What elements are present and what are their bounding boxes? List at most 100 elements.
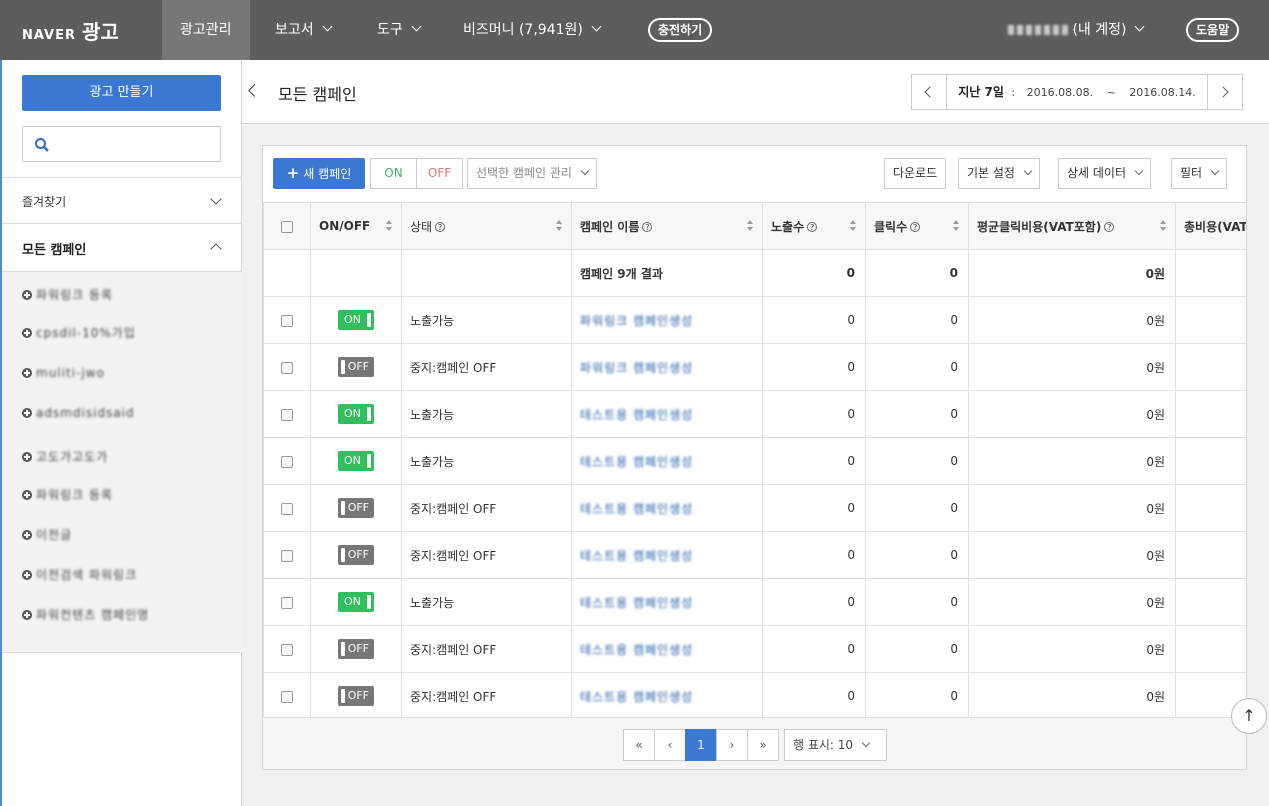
row-checkbox[interactable]	[281, 502, 293, 515]
campaign-onoff-toggle[interactable]: OFF	[338, 686, 374, 706]
last-page-button[interactable]: »	[747, 729, 779, 761]
sidebar-campaign-item[interactable]: muliti-jwo	[22, 366, 105, 380]
col-status[interactable]: 상태?	[401, 202, 572, 250]
charge-button[interactable]: 충전하기	[648, 18, 713, 42]
help-icon[interactable]: ?	[1104, 222, 1115, 232]
campaign-onoff-toggle[interactable]: ON	[338, 310, 374, 330]
col-campaign-name[interactable]: 캠페인 이름?	[571, 202, 763, 250]
rows-per-page-select[interactable]: 행 표시: 10	[784, 729, 887, 761]
row-checkbox[interactable]	[281, 643, 293, 656]
row-checkbox[interactable]	[281, 549, 293, 562]
account-menu[interactable]: (내 계정)	[1008, 0, 1145, 60]
campaign-onoff-toggle[interactable]: ON	[338, 404, 374, 424]
campaign-onoff-toggle[interactable]: ON	[338, 592, 374, 612]
campaign-onoff-toggle[interactable]: OFF	[338, 498, 374, 518]
col-clicks[interactable]: 클릭수?	[865, 202, 969, 250]
all-campaigns-section[interactable]: 모든 캠페인	[2, 224, 242, 272]
create-ad-button[interactable]: 광고 만들기	[22, 75, 221, 111]
content-header: 모든 캠페인 지난 7일 : 2016.08.08. ~ 2016.08.14.	[242, 60, 1269, 124]
campaign-name-link[interactable]: 테스트용 캠페인생성	[580, 549, 693, 563]
row-checkbox[interactable]	[281, 314, 293, 327]
collapse-sidebar-icon[interactable]	[248, 84, 261, 97]
new-campaign-button[interactable]: + 새 캠페인	[273, 158, 365, 189]
manage-selected-label: 선택한 캠페인 관리	[476, 166, 572, 180]
campaign-name-link[interactable]: 파워링크 캠페인생성	[580, 314, 693, 328]
favorites-label: 즐겨찾기	[22, 195, 67, 209]
campaign-name-link[interactable]: 테스트용 캠페인생성	[580, 408, 693, 422]
help-icon[interactable]: ?	[807, 222, 818, 232]
nav-ad-management[interactable]: 광고관리	[162, 0, 250, 60]
sidebar-campaign-item[interactable]: 이전검색 파워링크	[22, 566, 137, 583]
select-all-checkbox[interactable]	[281, 220, 293, 233]
nav-tools[interactable]: 도구	[377, 0, 422, 60]
nav-reports[interactable]: 보고서	[275, 0, 333, 60]
sidebar-campaign-item[interactable]: 이전글	[22, 526, 72, 543]
chevron-down-icon	[1023, 166, 1033, 176]
date-prev-button[interactable]	[912, 75, 947, 109]
col-avg-cpc[interactable]: 평균클릭비용(VAT포함)?	[968, 202, 1176, 250]
help-button[interactable]: 도움말	[1186, 18, 1240, 42]
plus-icon	[22, 609, 32, 620]
chevron-down-icon	[1134, 166, 1144, 176]
row-checkbox[interactable]	[281, 361, 293, 374]
nav-tools-label: 도구	[377, 22, 403, 38]
help-icon[interactable]: ?	[910, 222, 921, 232]
naver-ad-logo[interactable]: NAVER 광고	[22, 16, 119, 45]
default-settings-dropdown[interactable]: 기본 설정	[958, 158, 1040, 189]
campaign-onoff-toggle[interactable]: ON	[338, 451, 374, 471]
row-checkbox[interactable]	[281, 690, 293, 703]
manage-selected-dropdown[interactable]: 선택한 캠페인 관리	[467, 158, 597, 189]
row-clicks: 0	[865, 484, 969, 532]
campaign-onoff-toggle[interactable]: OFF	[338, 545, 374, 565]
row-checkbox[interactable]	[281, 596, 293, 609]
sidebar-campaign-item[interactable]: adsmdisidsaid	[22, 406, 135, 420]
date-next-button[interactable]	[1207, 75, 1242, 109]
page-1-button[interactable]: 1	[685, 729, 717, 761]
row-checkbox[interactable]	[281, 408, 293, 421]
col-impressions[interactable]: 노출수?	[762, 202, 866, 250]
campaign-name-link[interactable]: 테스트용 캠페인생성	[580, 643, 693, 657]
sidebar-search-input[interactable]	[22, 126, 221, 162]
campaign-name-link[interactable]: 파워링크 캠페인생성	[580, 361, 693, 375]
summary-cell	[310, 249, 402, 297]
campaign-onoff-toggle[interactable]: OFF	[338, 357, 374, 377]
sidebar-campaign-item[interactable]: 파워링크 등록	[22, 486, 113, 503]
campaign-name-link[interactable]: 테스트용 캠페인생성	[580, 502, 693, 516]
help-icon[interactable]: ?	[435, 222, 446, 232]
first-page-button[interactable]: «	[623, 729, 655, 761]
sidebar-campaign-item[interactable]: 고도가고도가	[22, 448, 108, 465]
date-range-display[interactable]: 지난 7일 : 2016.08.08. ~ 2016.08.14.	[947, 75, 1207, 109]
col-total-cost[interactable]: 총비용(VAT포	[1175, 202, 1246, 250]
sidebar-campaign-item[interactable]: 파워링크 등록	[22, 286, 113, 303]
filter-dropdown[interactable]: 필터	[1171, 158, 1228, 189]
sort-icon	[953, 220, 960, 233]
row-avg-cpc: 0원	[968, 343, 1176, 391]
bulk-off-button[interactable]: OFF	[416, 158, 463, 189]
col-onoff[interactable]: ON/OFF	[310, 202, 402, 250]
campaign-name-link[interactable]: 테스트용 캠페인생성	[580, 455, 693, 469]
help-icon[interactable]: ?	[642, 222, 653, 232]
campaign-name: 파워링크 등록	[36, 288, 114, 302]
sidebar-campaign-item[interactable]: 파워컨텐츠 캠페인명	[22, 606, 149, 623]
campaign-onoff-toggle[interactable]: OFF	[338, 639, 374, 659]
nav-bizmoney[interactable]: 비즈머니 (7,941원)	[463, 0, 602, 60]
next-page-button[interactable]: ›	[716, 729, 748, 761]
campaign-name-link[interactable]: 테스트용 캠페인생성	[580, 596, 693, 610]
account-name-redacted	[1008, 25, 1068, 35]
detail-data-dropdown[interactable]: 상세 데이터	[1058, 158, 1152, 189]
pagination-bar: « ‹ 1 › » 행 표시: 10	[263, 717, 1246, 769]
row-checkbox[interactable]	[281, 455, 293, 468]
campaign-list: 파워링크 등록 cpsdil-10%가입 muliti-jwo adsmdisi…	[2, 272, 242, 653]
sidebar-campaign-item[interactable]: cpsdil-10%가입	[22, 324, 136, 341]
favorites-section[interactable]: 즐겨찾기	[2, 177, 242, 224]
row-total-cost	[1175, 484, 1246, 532]
row-impressions: 0	[762, 343, 866, 391]
campaign-name-link[interactable]: 테스트용 캠페인생성	[580, 690, 693, 704]
bulk-on-button[interactable]: ON	[370, 158, 417, 189]
nav-reports-label: 보고서	[275, 22, 314, 38]
prev-page-button[interactable]: ‹	[654, 729, 686, 761]
row-clicks: 0	[865, 437, 969, 485]
scroll-to-top-button[interactable]: ↑	[1231, 698, 1267, 734]
download-button[interactable]: 다운로드	[884, 158, 947, 189]
row-clicks: 0	[865, 343, 969, 391]
